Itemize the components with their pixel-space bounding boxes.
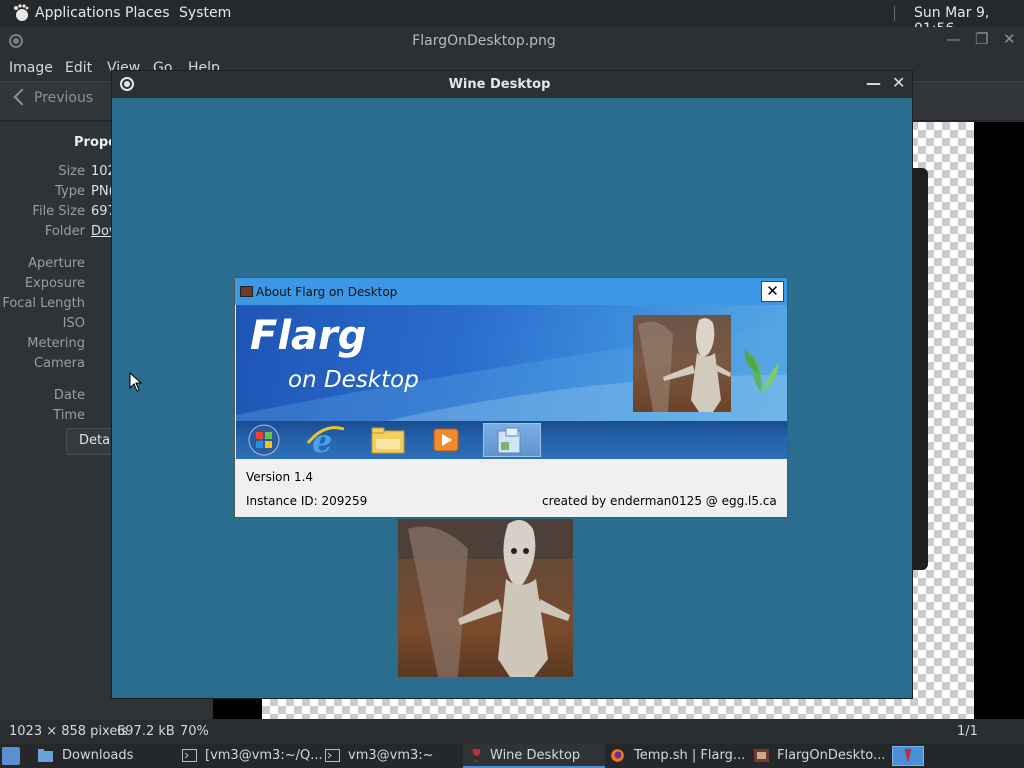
time-label: Time	[53, 408, 85, 423]
rat-thumb-icon	[638, 318, 731, 412]
workspace-window-icon	[904, 749, 912, 761]
version-text: Version 1.4	[246, 470, 314, 484]
places-menu[interactable]: Places	[125, 5, 170, 21]
viewer-statusbar: 1023 × 858 pixels 697.2 kB 70% 1/1	[0, 719, 1024, 744]
flarg-rat-image[interactable]	[398, 519, 573, 677]
status-zoom: 70%	[180, 724, 209, 739]
active-app-tile	[483, 423, 541, 457]
exif-label-aperture: Aperture	[28, 256, 85, 271]
wine-icon	[472, 749, 481, 762]
terminal-icon	[182, 749, 197, 762]
banner-title: Flarg	[250, 313, 367, 359]
menu-edit[interactable]: Edit	[65, 60, 92, 76]
rat-figure-icon	[398, 519, 573, 677]
workspace-switcher[interactable]	[892, 746, 924, 766]
status-dimensions: 1023 × 858 pixels	[9, 724, 128, 739]
exif-label-camera: Camera	[33, 356, 85, 371]
exif-label-iso: ISO	[62, 316, 85, 331]
status-filesize: 697.2 kB	[117, 724, 175, 739]
previous-button[interactable]: Previous	[12, 88, 94, 106]
media-player-icon	[433, 428, 459, 452]
exif-label-metering: Metering	[27, 336, 85, 351]
leaf-icon	[744, 349, 779, 393]
task-label: vm3@vm3:~	[348, 748, 434, 763]
mouse-cursor-icon	[129, 372, 143, 392]
instance-id-text: Instance ID: 209259	[246, 494, 368, 508]
task-image-viewer[interactable]: FlargOnDeskto...	[752, 744, 888, 768]
flarg-app-icon	[240, 286, 253, 297]
task-label: Downloads	[62, 748, 134, 763]
top-panel: Applications Places System Sun Mar 9, 01…	[0, 0, 1024, 37]
windows-start-orb-icon	[248, 424, 280, 456]
window-app-icon	[497, 427, 521, 454]
applications-menu[interactable]: Applications	[35, 5, 121, 21]
maximize-icon[interactable]: ❐	[975, 30, 988, 48]
task-firefox[interactable]: Temp.sh | Flarg...	[608, 744, 748, 768]
about-banner: Flarg on Desktop	[236, 305, 787, 421]
prop-label-folder: Folder	[44, 224, 85, 239]
creator-text: created by enderman0125 @ egg.l5.ca	[542, 494, 777, 508]
task-label: Wine Desktop	[490, 748, 581, 763]
prop-label-size: Size	[58, 164, 85, 179]
about-titlebar[interactable]: About Flarg on Desktop ✕	[235, 278, 787, 305]
exif-label-focal-length: Focal Length	[2, 296, 85, 311]
exif-label-exposure: Exposure	[24, 276, 85, 291]
firefox-icon	[611, 749, 624, 762]
date-label: Date	[53, 388, 85, 403]
task-label: Temp.sh | Flarg...	[634, 748, 746, 763]
about-close-button[interactable]: ✕	[761, 281, 784, 302]
show-desktop-icon[interactable]	[2, 747, 20, 765]
system-menu[interactable]: System	[179, 5, 231, 21]
banner-subtitle: on Desktop	[288, 367, 419, 393]
about-dialog[interactable]: About Flarg on Desktop ✕ Flarg on Deskto…	[234, 277, 788, 518]
image-viewer-icon	[754, 749, 769, 762]
task-wine-desktop[interactable]: Wine Desktop	[463, 744, 605, 768]
minimize-icon[interactable]: —	[946, 30, 961, 48]
close-icon[interactable]: ✕	[1003, 30, 1016, 48]
panel-separator	[894, 6, 895, 21]
viewer-titlebar: FlargOnDesktop.png — ❐ ✕	[0, 27, 1024, 57]
task-label: [vm3@vm3:~/Q...	[205, 748, 323, 763]
task-label: FlargOnDeskto...	[777, 748, 886, 763]
about-icon-strip: e	[236, 421, 787, 459]
menu-image[interactable]: Image	[9, 60, 53, 76]
prop-label-type: Type	[55, 184, 85, 199]
about-title: About Flarg on Desktop	[256, 285, 398, 299]
bottom-taskbar: Downloads [vm3@vm3:~/Q... vm3@vm3:~ Wine…	[0, 744, 1024, 768]
status-page: 1/1	[957, 724, 978, 739]
screen: Applications Places System Sun Mar 9, 01…	[0, 0, 1024, 768]
folder-icon	[38, 749, 53, 762]
explorer-folder-icon	[371, 427, 405, 454]
wine-close-icon[interactable]: ✕	[892, 73, 905, 92]
wine-window-title: Wine Desktop	[448, 77, 551, 92]
chevron-left-icon	[13, 88, 31, 106]
task-downloads[interactable]: Downloads	[36, 744, 172, 768]
viewer-window-title: FlargOnDesktop.png	[412, 33, 556, 49]
prop-label-filesize: File Size	[32, 204, 85, 219]
task-terminal-1[interactable]: [vm3@vm3:~/Q...	[180, 744, 323, 768]
gnome-foot-icon[interactable]	[12, 4, 30, 22]
banner-rat-image	[633, 315, 731, 412]
wine-titlebar[interactable]: Wine Desktop — ✕	[112, 71, 912, 98]
wine-minimize-icon[interactable]: —	[866, 74, 881, 92]
previous-label: Previous	[34, 90, 94, 106]
internet-explorer-icon: e	[306, 423, 345, 457]
task-terminal-2[interactable]: vm3@vm3:~	[323, 744, 459, 768]
terminal-icon	[325, 749, 340, 762]
